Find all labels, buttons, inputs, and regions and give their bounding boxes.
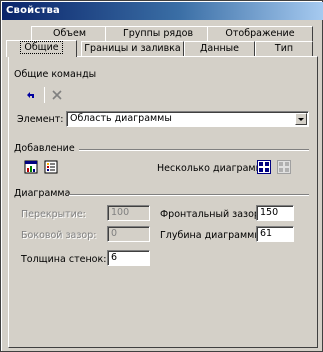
multiple-charts-on-button[interactable]	[257, 160, 271, 174]
overlap-input[interactable]: 100	[107, 205, 150, 221]
chevron-down-icon[interactable]	[295, 113, 307, 125]
overlap-value: 100	[111, 207, 130, 218]
undo-button[interactable]	[24, 88, 38, 102]
tab-series-groups-label: Группы рядов	[122, 28, 194, 39]
element-label: Элемент:	[17, 114, 64, 125]
tab-display-label: Отображение	[225, 28, 295, 39]
multiple-charts-label: Несколько диаграмм	[157, 163, 263, 174]
toolbar-separator	[44, 87, 45, 103]
element-select[interactable]: Область диаграммы	[66, 111, 309, 127]
legend-icon	[44, 160, 58, 174]
wall-thickness-value: 6	[111, 252, 118, 263]
tab-data[interactable]: Данные	[184, 41, 255, 57]
add-section-title: Добавление	[14, 143, 75, 154]
general-commands-title: Общие команды	[14, 69, 97, 80]
tab-series-groups[interactable]: Группы рядов	[105, 26, 211, 42]
tab-display[interactable]: Отображение	[207, 26, 313, 42]
multiple-charts-off-button[interactable]	[277, 160, 291, 174]
add-section-divider	[79, 149, 309, 151]
window-title: Свойства	[2, 2, 323, 20]
wall-thickness-label: Толщина стенок:	[21, 254, 107, 265]
add-chart-button[interactable]	[24, 160, 38, 174]
element-select-value: Область диаграммы	[70, 113, 172, 124]
delete-button[interactable]	[50, 88, 64, 102]
tab-data-label: Данные	[199, 43, 239, 54]
chart-section-divider	[69, 194, 309, 196]
overlap-label: Перекрытие:	[21, 209, 86, 220]
tab-general[interactable]: Общие	[6, 40, 77, 57]
tab-type-label: Тип	[274, 43, 294, 54]
add-legend-button[interactable]	[44, 160, 58, 174]
chart-depth-value: 61	[260, 228, 273, 239]
tab-panel-general: Общие команды Элемент: Область диаграммы…	[8, 56, 318, 348]
side-gap-value: 0	[111, 228, 118, 239]
tab-volume-label: Объем	[52, 28, 87, 39]
chart-depth-label: Глубина диаграммы:	[160, 230, 266, 241]
tab-general-label: Общие	[20, 41, 63, 54]
side-gap-input[interactable]: 0	[107, 226, 150, 242]
chart-icon	[24, 160, 38, 174]
tab-borders-fill[interactable]: Границы и заливка	[81, 41, 184, 57]
undo-icon	[27, 92, 34, 98]
grid-disabled-icon	[277, 160, 291, 174]
chart-depth-input[interactable]: 61	[256, 226, 294, 242]
wall-thickness-input[interactable]: 6	[107, 250, 150, 266]
front-gap-input[interactable]: 150	[256, 205, 294, 221]
properties-window: Свойства Объем Группы рядов Отображение …	[0, 0, 323, 352]
front-gap-value: 150	[260, 207, 279, 218]
tab-type[interactable]: Тип	[255, 41, 313, 57]
chart-section-title: Диаграмма	[14, 188, 71, 199]
grid-icon	[257, 160, 271, 174]
side-gap-label: Боковой зазор:	[21, 230, 97, 241]
delete-icon	[52, 90, 62, 100]
tab-borders-fill-label: Границы и заливка	[84, 43, 181, 54]
front-gap-label: Фронтальный зазор:	[160, 209, 264, 220]
